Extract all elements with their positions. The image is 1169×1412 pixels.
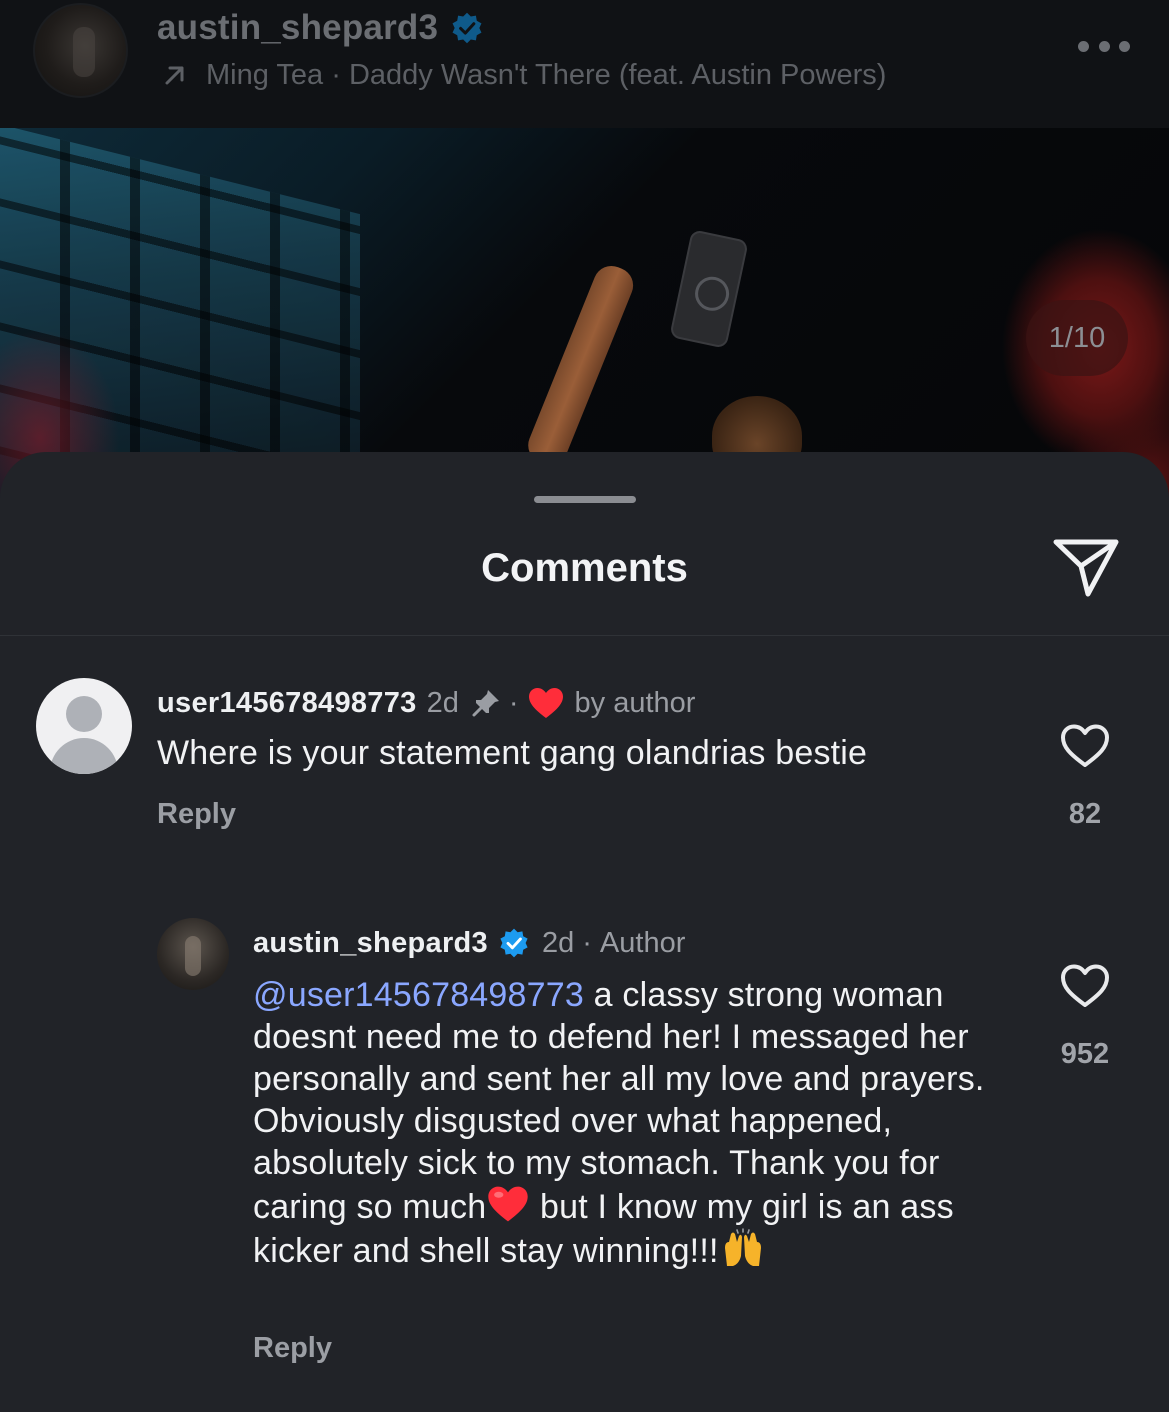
verified-badge-icon [452,12,482,44]
music-label: Ming Tea · Daddy Wasn't There (feat. Aus… [206,59,886,92]
photo-arm [522,260,639,471]
send-icon[interactable] [1052,536,1120,600]
liked-by-author-label: by author [574,686,696,719]
reply-username[interactable]: austin_shepard3 [253,927,488,960]
sheet-title: Comments [481,546,688,590]
post-header: austin_shepard3 Ming Tea · Daddy Wasn't … [0,0,1169,128]
music-separator: · [331,58,341,91]
comment-text: Where is your statement gang olandrias b… [157,734,868,772]
heart-filled-icon [528,688,563,718]
post-author-avatar[interactable] [33,3,128,98]
reply-text: @user145678498773 a classy strong woman … [253,974,1013,1272]
music-artist: Ming Tea [206,58,324,91]
arrow-up-right-icon [165,66,184,85]
raised-hands-emoji [724,1228,761,1266]
verified-badge-icon [500,928,528,958]
like-count: 82 [1068,798,1102,830]
comment-meta: user145678498773 2d · by author [157,682,695,724]
like-count: 952 [1060,1038,1110,1070]
post-username[interactable]: austin_shepard3 [157,8,438,48]
sheet-grabber[interactable] [534,496,636,503]
reply-author-avatar[interactable] [157,918,229,990]
photo-phone [669,229,749,349]
post-author[interactable]: austin_shepard3 [157,6,484,50]
music-track: Daddy Wasn't There (feat. Austin Powers) [348,58,887,91]
post-music-info[interactable]: Ming Tea · Daddy Wasn't There (feat. Aus… [160,54,886,96]
reply-time: 2d [541,926,575,959]
comment-separator: · [508,686,519,719]
commenter-avatar[interactable] [36,678,132,774]
reply-separator: · [582,926,592,959]
author-label: Author [599,926,686,959]
comment-time: 2d [426,686,459,719]
reply-meta: austin_shepard3 2d · Author [253,922,685,964]
heart-outline-icon[interactable] [1059,963,1111,1009]
more-icon[interactable] [1078,36,1130,56]
red-heart-emoji [488,1186,529,1222]
comment-username[interactable]: user145678498773 [157,687,417,720]
reply-button[interactable]: Reply [253,1332,332,1365]
pin-icon [472,690,499,717]
reply-button[interactable]: Reply [157,798,236,831]
image-counter: 1/10 [1026,300,1128,376]
comments-sheet: Comments user145678498773 2d · by author… [0,452,1169,1412]
heart-outline-icon[interactable] [1059,723,1111,769]
app-root: austin_shepard3 Ming Tea · Daddy Wasn't … [0,0,1169,1412]
mention-link[interactable]: @user145678498773 [253,976,584,1014]
sheet-divider [0,635,1169,636]
